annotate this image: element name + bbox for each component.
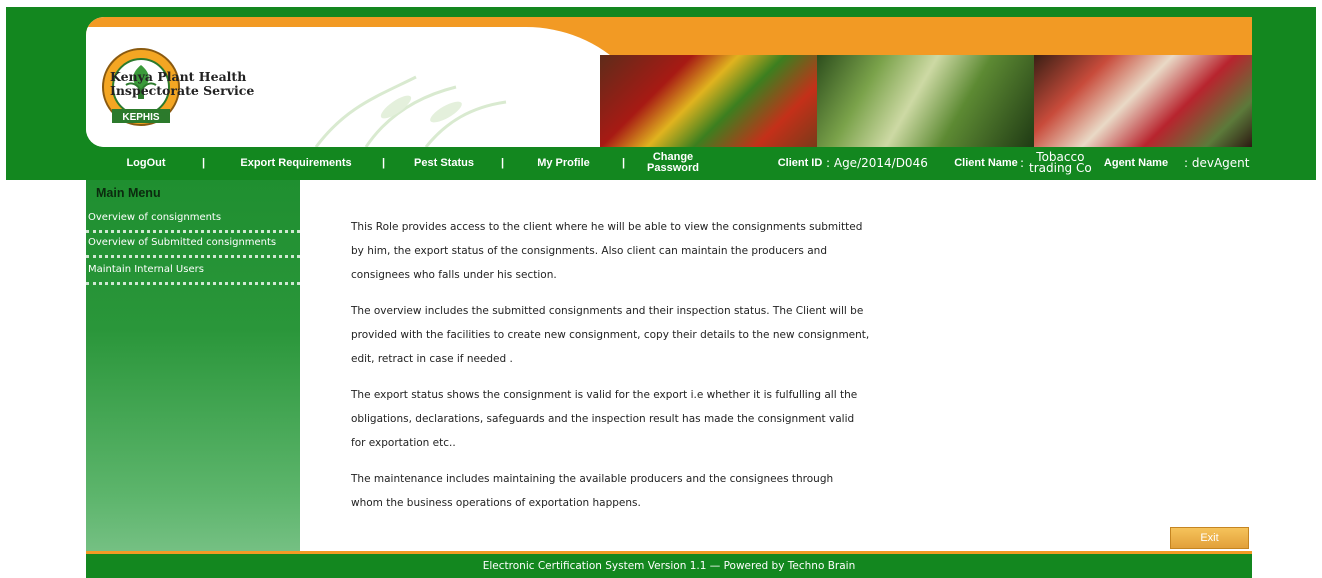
client-id-value: : Age/2014/D046: [826, 155, 928, 170]
flowers-photo: [1034, 55, 1252, 147]
paragraph-role: This Role provides access to the client …: [351, 215, 911, 287]
photo-strip: [600, 55, 1252, 147]
client-id-label: Client ID: [777, 156, 823, 169]
nav-separator: |: [501, 157, 505, 169]
text-line: obligations, declarations, safeguards an…: [351, 413, 855, 425]
org-name-line2: Inspectorate Service: [110, 83, 255, 98]
text-line: The export status shows the consignment …: [351, 389, 858, 401]
wheat-photo: [817, 55, 1034, 147]
client-name-line2: trading Co: [1029, 161, 1092, 175]
text-line: whom the business operations of exportat…: [351, 497, 641, 509]
sidebar: Main Menu Overview of consignments Overv…: [86, 180, 300, 552]
change-password-line2: Password: [647, 162, 699, 174]
menu-item-maintain-users[interactable]: Maintain Internal Users: [86, 263, 300, 285]
exit-button[interactable]: Exit: [1170, 527, 1249, 549]
nav-separator: |: [382, 157, 386, 169]
top-nav: LogOut | Export Requirements | Pest Stat…: [86, 149, 1252, 177]
org-name-line1: Kenya Plant Health: [110, 69, 247, 84]
leaf-decoration: [314, 75, 507, 147]
client-name-colon: :: [1020, 155, 1025, 170]
text-line: by him, the export status of the consign…: [351, 245, 827, 257]
nav-separator: |: [622, 157, 626, 169]
text-line: The overview includes the submitted cons…: [351, 305, 864, 317]
client-name-label: Client Name: [954, 156, 1018, 169]
vegetables-photo: [600, 55, 817, 147]
main-content: This Role provides access to the client …: [351, 215, 911, 527]
main-menu-title: Main Menu: [96, 186, 161, 200]
text-line: for exportation etc..: [351, 437, 456, 449]
text-line: This Role provides access to the client …: [351, 221, 863, 233]
my-profile-link[interactable]: My Profile: [526, 149, 601, 177]
paragraph-overview: The overview includes the submitted cons…: [351, 299, 911, 371]
client-name-value: Tobacco trading Co: [1029, 149, 1092, 177]
paragraph-maintenance: The maintenance includes maintaining the…: [351, 467, 911, 515]
text-line: provided with the facilities to create n…: [351, 329, 870, 341]
footer-text: Electronic Certification System Version …: [482, 560, 856, 572]
pest-status-link[interactable]: Pest Status: [404, 149, 484, 177]
menu-item-overview-consignments[interactable]: Overview of consignments: [86, 211, 300, 233]
org-name: Kenya Plant Health Inspectorate Service: [110, 70, 254, 98]
export-requirements-link[interactable]: Export Requirements: [226, 149, 366, 177]
change-password-link[interactable]: Change Password: [638, 149, 708, 177]
logo-text: KEPHIS: [122, 112, 160, 123]
agent-name-value: : devAgent: [1184, 155, 1250, 170]
text-line: consignees who falls under his section.: [351, 269, 557, 281]
paragraph-export-status: The export status shows the consignment …: [351, 383, 911, 455]
text-line: edit, retract in case if needed .: [351, 353, 513, 365]
text-line: The maintenance includes maintaining the…: [351, 473, 834, 485]
agent-name-label: Agent Name: [1103, 156, 1169, 169]
logout-link[interactable]: LogOut: [106, 149, 186, 177]
footer: Electronic Certification System Version …: [86, 551, 1252, 578]
menu-item-overview-submitted[interactable]: Overview of Submitted consignments: [86, 236, 300, 258]
nav-separator: |: [202, 157, 206, 169]
